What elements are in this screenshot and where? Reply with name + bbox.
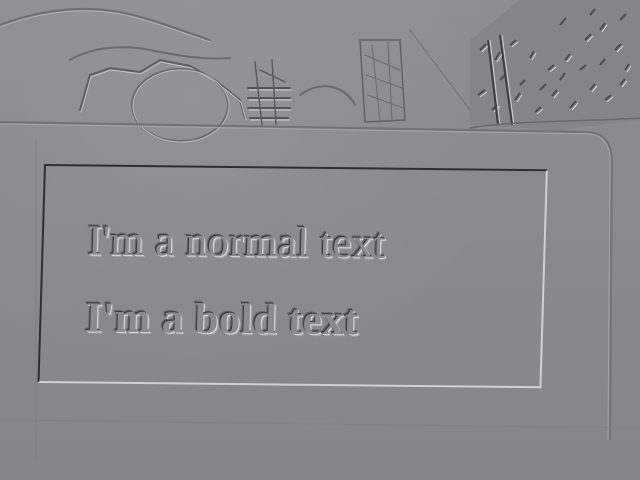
bold-text-line: I'm a bold text <box>84 294 360 345</box>
embossed-text-plate: I'm a normal text I'm a bold text <box>37 164 548 389</box>
normal-text-line: I'm a normal text <box>87 217 387 268</box>
relief-scene-left <box>0 7 471 143</box>
embossed-photo: I'm a normal text I'm a bold text <box>0 0 640 480</box>
relief-foliage-right <box>469 0 640 130</box>
